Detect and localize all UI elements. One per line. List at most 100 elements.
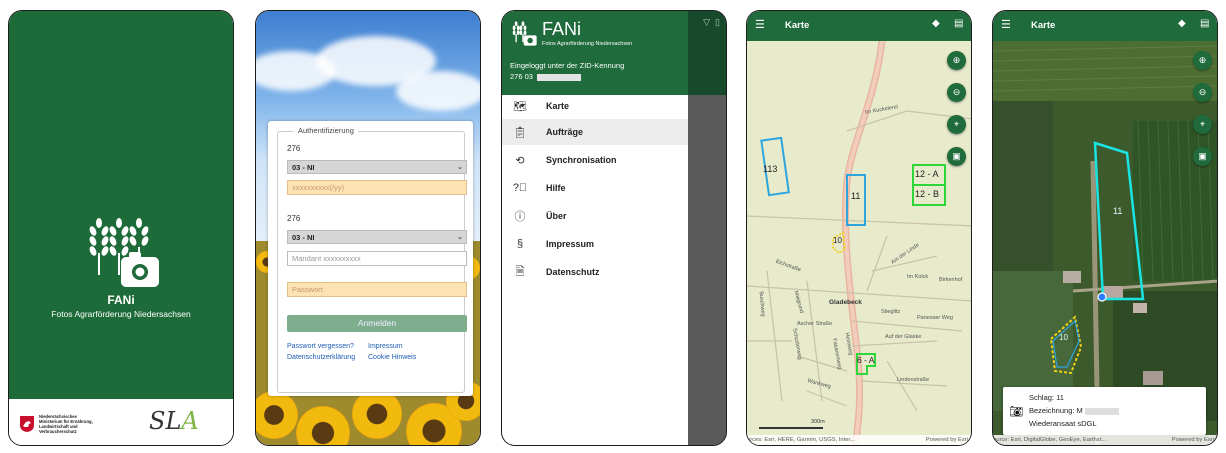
region-select-value: 03 - NI (292, 233, 315, 242)
app-subtitle: Fotos Agrarförderung Niedersachsen (51, 309, 191, 319)
password-input[interactable]: Passwort (287, 282, 467, 297)
splash-footer: Niedersächsisches Ministerium für Ernähr… (9, 399, 233, 445)
hamburger-menu-icon[interactable]: ☰ (755, 18, 765, 31)
locate-button[interactable]: ⌖ (1193, 115, 1212, 134)
clipboard-icon: 📋︎ (513, 126, 527, 139)
powered-by: Powered by Esri (1171, 437, 1214, 443)
zoom-in-button[interactable]: ⊕ (1193, 51, 1212, 70)
crosshair-icon: ⌖ (953, 119, 960, 129)
lower-saxony-horse-icon (20, 416, 34, 432)
auth-fieldset: Authentifizierung 276 03 - NI ⌄ xxxxxxxx… (277, 126, 467, 393)
layers-icon[interactable]: ◆ (932, 18, 940, 29)
chevron-down-icon: ⌄ (457, 164, 463, 171)
document-icon: 🗎 (515, 265, 525, 278)
zoom-out-button[interactable]: ⊖ (947, 83, 966, 102)
mandant-input[interactable]: Mandant xxxxxxxxxx (287, 251, 467, 266)
hamburger-menu-icon[interactable]: ☰ (1001, 18, 1011, 31)
attribution-text: ource: Esri, DigitalGlobe, GeoEye, Earth… (993, 437, 1107, 443)
cloud (396, 71, 480, 111)
redacted-block (1084, 407, 1119, 415)
sync-icon: ⟲ (515, 154, 525, 167)
prefix-label: 276 (287, 214, 301, 223)
menu-item-label: Aufträge (546, 127, 584, 137)
menu-item-synchronisation[interactable]: ⟲ Synchronisation (502, 147, 688, 173)
app-bar: ☰ Karte ◆ ▤ (993, 11, 1217, 41)
satellite-map[interactable]: 11 10 (993, 41, 1217, 445)
auth-legend: Authentifizierung (294, 126, 358, 135)
photo-stack-icon: ▣ (952, 151, 961, 161)
zid-input[interactable]: xxxxxxxxxx(/yy) (287, 180, 467, 195)
zoom-in-button[interactable]: ⊕ (947, 51, 966, 70)
region-select[interactable]: 03 - NI ⌄ (287, 230, 467, 244)
clipboard-icon[interactable]: ▤ (954, 18, 963, 29)
locate-button[interactable]: ⌖ (947, 115, 966, 134)
parcel-label: 6 - A (857, 355, 875, 365)
menu-item-label: Datenschutz (546, 267, 600, 277)
sla-logo: SLA (149, 407, 199, 435)
menu-item-auftraege[interactable]: 📋︎ Aufträge (502, 119, 688, 145)
camera-icon (121, 252, 159, 287)
login-button[interactable]: Anmelden (287, 315, 467, 332)
street-map[interactable]: 113 11 12 - A 12 - B 10 6 - A Gladebeck … (747, 40, 971, 445)
map-screen: 113 11 12 - A 12 - B 10 6 - A Gladebeck … (746, 10, 972, 446)
place-label: Gladebeck (829, 299, 862, 306)
app-bar: ☰ Karte ◆ ▤ (747, 11, 971, 41)
drawer-subtitle: Fotos Agrarförderung Niedersachsen (542, 41, 633, 47)
clipboard-icon[interactable]: ▤ (1200, 18, 1209, 29)
parcel-info-panel[interactable]: 📷︎ Schlag: 11 Bezeichnung: M Wiederansaa… (1003, 387, 1206, 435)
place-label: Birkenhof (939, 277, 963, 283)
wheat-icon (512, 21, 537, 46)
menu-item-impressum[interactable]: § Impressum (502, 231, 688, 257)
menu-item-label: Über (546, 211, 567, 221)
forgot-password-link[interactable]: Passwort vergessen? (287, 343, 354, 350)
place-label: Im Kolck (907, 274, 929, 280)
redacted-block (536, 73, 581, 81)
crosshair-icon: ⌖ (1199, 119, 1206, 129)
menu-item-ueber[interactable]: ⓘ Über (502, 203, 688, 229)
region-select[interactable]: 03 - NI ⌄ (287, 160, 467, 174)
menu-item-datenschutz[interactable]: 🗎 Datenschutz (502, 259, 688, 285)
parcel-label: 11 (1113, 206, 1123, 216)
menu-item-hilfe[interactable]: ?⃝ Hilfe (502, 175, 688, 201)
place-label: Stieglitz (881, 309, 901, 315)
satellite-map-screen: 11 10 ☰ Karte ◆ ▤ ⊕ ⊖ ⌖ ▣ 📷︎ Schlag: 11 … (992, 10, 1218, 446)
place-label: Panesser Weg (917, 315, 953, 321)
region-select-value: 03 - NI (292, 163, 315, 172)
drawer-title: FANi (542, 19, 582, 39)
parcel-label: 10 (833, 236, 842, 245)
scale-label: 300m (811, 419, 825, 425)
fani-logo (510, 19, 538, 52)
parcel-label: 113 (763, 164, 778, 174)
menu-item-karte[interactable]: 🗺︎ Karte (502, 93, 688, 119)
privacy-link[interactable]: Datenschutzerklärung (287, 354, 355, 361)
cookie-link[interactable]: Cookie Hinweis (368, 354, 416, 361)
street-map-svg (747, 40, 971, 445)
map-attribution: urces: Esri, HERE, Garmin, USGS, Inter..… (747, 435, 971, 445)
menu-item-label: Synchronisation (546, 155, 617, 165)
underlying-icons: ▽ ▯ (703, 17, 720, 27)
photo-layer-button[interactable]: ▣ (947, 147, 966, 166)
app-name: FANi (107, 293, 135, 307)
navigation-drawer: FANi Fotos Agrarförderung Niedersachsen … (502, 11, 688, 445)
info-bezeichnung: Bezeichnung: M (1029, 406, 1119, 415)
zoom-out-icon: ⊖ (952, 87, 961, 97)
parcel-label: 12 - A (915, 169, 939, 179)
layers-icon[interactable]: ◆ (1178, 18, 1186, 29)
chevron-down-icon: ⌄ (457, 234, 463, 241)
page-title: Karte (785, 20, 810, 31)
info-note: Wiederansaat sDGL (1029, 419, 1097, 428)
info-schlag: Schlag: 11 (1029, 393, 1064, 402)
splash-screen: FANi Fotos Agrarförderung Niedersachsen … (8, 10, 234, 446)
login-id: 276 03 (510, 72, 581, 81)
current-location-marker (1097, 292, 1107, 302)
photo-stack-icon: ▣ (1198, 151, 1207, 161)
camera-icon[interactable]: 📷︎ (1009, 405, 1023, 418)
menu-item-label: Karte (546, 101, 570, 111)
impressum-link[interactable]: Impressum (368, 343, 403, 350)
menu-item-label: Hilfe (546, 183, 566, 193)
attribution-text: urces: Esri, HERE, Garmin, USGS, Inter..… (747, 437, 855, 443)
zoom-out-button[interactable]: ⊖ (1193, 83, 1212, 102)
splash-background: FANi Fotos Agrarförderung Niedersachsen (9, 11, 233, 399)
photo-layer-button[interactable]: ▣ (1193, 147, 1212, 166)
ministry-text: Niedersächsisches Ministerium für Ernähr… (39, 414, 93, 434)
